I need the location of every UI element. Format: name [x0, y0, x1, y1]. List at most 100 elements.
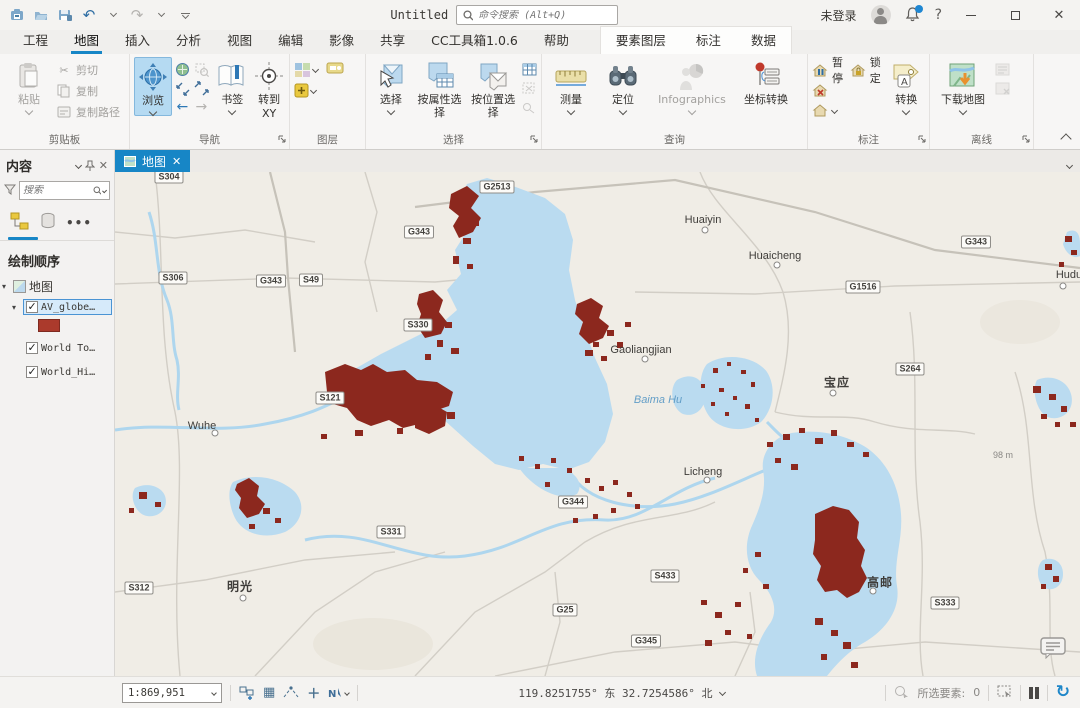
tree-node-map[interactable]: ▾ 地图 [0, 276, 114, 297]
selected-layer-item[interactable]: AV_globe… [23, 299, 112, 315]
tab-share[interactable]: 共享 [367, 27, 418, 54]
close-button[interactable]: ✕ [1044, 4, 1074, 26]
clear-labels-button[interactable] [812, 81, 848, 99]
fixed-zoom-out-icon[interactable] [193, 80, 209, 96]
download-map-button[interactable]: 下载地图 [934, 57, 992, 115]
contents-search-input[interactable] [23, 185, 92, 196]
tab-analysis[interactable]: 分析 [163, 27, 214, 54]
locate-button[interactable]: 定位 [598, 57, 648, 115]
map-view-tab[interactable]: 地图 ✕ [115, 150, 191, 172]
close-view-icon[interactable]: ✕ [172, 155, 181, 168]
refresh-icon[interactable]: ↻ [1056, 684, 1070, 701]
filter-icon[interactable] [3, 184, 17, 198]
open-project-icon[interactable] [30, 4, 52, 26]
layer-symbol-row[interactable] [0, 317, 114, 334]
selection-options-icon[interactable] [521, 99, 537, 115]
more-tabs-icon[interactable]: ••• [66, 216, 92, 230]
select-by-attributes-button[interactable]: 按属性选择 [414, 57, 466, 119]
more-labeling-button[interactable] [812, 101, 848, 119]
map-canvas[interactable]: S304 G2513 G343 S306 G343 S49 S330 G1516… [115, 172, 1080, 676]
help-icon[interactable]: ? [935, 7, 942, 23]
pause-drawing-button[interactable] [1029, 686, 1039, 699]
notifications-bell-icon[interactable] [905, 5, 923, 24]
attribute-table-icon[interactable] [521, 61, 537, 77]
tab-map[interactable]: 地图 [61, 27, 112, 54]
fixed-zoom-in-icon[interactable] [174, 80, 190, 96]
sync-map-icon[interactable] [994, 61, 1010, 77]
full-extent-icon[interactable] [174, 61, 190, 77]
grid-icon[interactable]: ▦ [263, 685, 275, 700]
layer-checkbox[interactable] [26, 300, 38, 313]
tab-labeling[interactable]: 标注 [681, 27, 736, 54]
save-project-icon[interactable] [6, 4, 28, 26]
convert-labels-button[interactable]: A 转换 [888, 57, 925, 115]
tab-project[interactable]: 工程 [10, 27, 61, 54]
clear-selection-icon[interactable] [521, 80, 537, 96]
scale-dropdown[interactable]: 1:869,951 [122, 682, 222, 703]
coordinate-readout[interactable]: 119.8251755° 东 32.7254586° 北 [518, 685, 726, 701]
layer-checkbox[interactable] [26, 341, 38, 354]
add-preset-icon[interactable] [326, 61, 344, 78]
next-extent-icon[interactable]: → [193, 99, 209, 115]
layer-color-swatch[interactable] [38, 319, 60, 332]
copy-button[interactable]: 复制 [56, 82, 120, 100]
paste-button[interactable]: 粘贴 [4, 57, 54, 115]
selection-extent-icon[interactable] [997, 685, 1012, 701]
tree-node-layer-topo[interactable]: World To… [0, 340, 114, 356]
labeling-dialog-launcher-icon[interactable] [918, 133, 927, 147]
select-button[interactable]: 选择 [370, 57, 412, 115]
north-arrow-icon[interactable]: N [328, 686, 351, 700]
pin-icon[interactable] [84, 160, 95, 171]
collapse-ribbon-icon[interactable] [1060, 133, 1072, 145]
expand-icon[interactable]: ▾ [12, 303, 20, 312]
tab-list-chevron-icon[interactable] [1065, 157, 1074, 171]
tab-cc-toolbox[interactable]: CC工具箱1.0.6 [418, 27, 531, 54]
coordinate-conversion-button[interactable]: 坐标转换 [736, 57, 796, 107]
tab-insert[interactable]: 插入 [112, 27, 163, 54]
redo-button[interactable]: ↷ [126, 4, 148, 26]
quick-access-overflow-icon[interactable] [174, 4, 196, 26]
tab-view[interactable]: 视图 [214, 27, 265, 54]
account-avatar[interactable] [870, 5, 891, 25]
redo-dropdown-icon[interactable] [150, 4, 172, 26]
tab-feature-layer[interactable]: 要素图层 [601, 27, 681, 54]
snapping-icon[interactable] [283, 686, 299, 699]
offline-dialog-launcher-icon[interactable] [1022, 133, 1031, 147]
zoom-to-selection-icon[interactable] [193, 61, 209, 77]
tab-data[interactable]: 数据 [736, 27, 791, 54]
explore-button[interactable]: 浏览 [134, 57, 173, 116]
tab-help[interactable]: 帮助 [531, 27, 582, 54]
maximize-button[interactable] [1000, 4, 1030, 26]
contents-search[interactable] [19, 181, 110, 200]
add-data-button[interactable] [294, 83, 318, 98]
pause-labeling-button[interactable]: 暂停 [812, 56, 848, 85]
select-by-location-button[interactable]: 按位置选择 [467, 57, 519, 119]
cut-button[interactable]: ✂ 剪切 [56, 61, 120, 79]
expand-icon[interactable]: ▾ [2, 282, 10, 291]
copy-path-button[interactable]: 复制路径 [56, 103, 120, 121]
bookmarks-button[interactable]: 书签 [213, 57, 251, 115]
new-bookmark-icon[interactable] [239, 686, 255, 700]
tab-imagery[interactable]: 影像 [316, 27, 367, 54]
notification-log-icon[interactable] [1040, 637, 1066, 662]
measure-button[interactable]: 测量 [546, 57, 596, 115]
data-source-tab-icon[interactable] [40, 212, 56, 233]
navigate-dialog-launcher-icon[interactable] [278, 133, 287, 147]
tree-node-layer-hillshade[interactable]: World_Hi… [0, 364, 114, 380]
command-search[interactable] [456, 5, 619, 25]
save-icon[interactable] [54, 4, 76, 26]
infographics-button[interactable]: Infographics [650, 57, 734, 115]
basemap-button[interactable] [294, 62, 320, 78]
tab-edit[interactable]: 编辑 [265, 27, 316, 54]
crosshair-icon[interactable]: ＋ [307, 683, 320, 702]
minimize-button[interactable] [956, 4, 986, 26]
close-pane-icon[interactable]: ✕ [99, 159, 108, 172]
pane-menu-chevron-icon[interactable] [74, 161, 82, 170]
goto-xy-button[interactable]: 转到 XY [253, 57, 285, 120]
layer-checkbox[interactable] [26, 365, 38, 378]
remove-map-icon[interactable] [994, 80, 1010, 96]
tree-node-layer-av-globe[interactable]: ▾ AV_globe… [0, 297, 114, 317]
selection-dialog-launcher-icon[interactable] [530, 133, 539, 147]
command-search-input[interactable] [478, 9, 612, 21]
undo-dropdown-icon[interactable] [102, 4, 124, 26]
